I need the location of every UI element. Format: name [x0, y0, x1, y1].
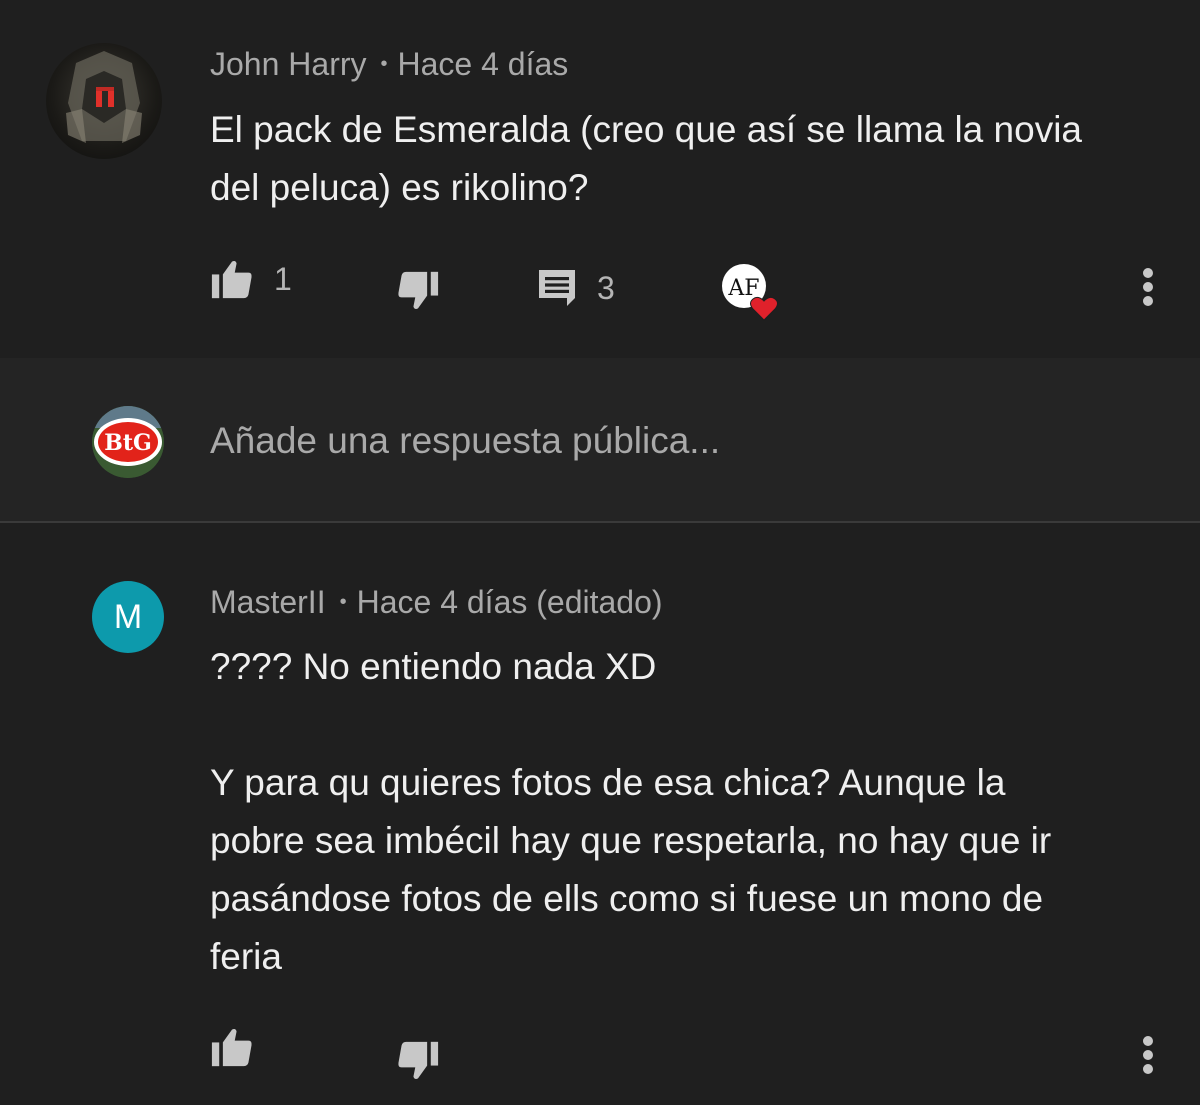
avatar-letter: M	[113, 597, 143, 636]
comment-text-line: ???? No entiendo nada XD	[210, 646, 657, 687]
comment-time[interactable]: Hace 4 días	[398, 46, 569, 82]
reply-count: 3	[597, 269, 615, 306]
comment-text-line: pasándose fotos de ells como si fuese un…	[210, 878, 1044, 919]
replies-button[interactable]: 3	[537, 268, 615, 308]
dislike-button[interactable]	[396, 1040, 440, 1082]
creator-initials: AF	[727, 276, 759, 301]
creator-heart[interactable]: AF	[720, 262, 782, 324]
thumbs-up-icon	[211, 1029, 252, 1067]
comment-text-line: feria	[210, 936, 282, 977]
comment-text-line: del peluca) es rikolino?	[210, 167, 589, 208]
like-count: 1	[274, 260, 292, 297]
heart-icon: AF	[722, 264, 778, 321]
comment-text-line: El pack de Esmeralda (creo que así se ll…	[210, 109, 1082, 150]
comment-meta: John Harry • Hace 4 días	[210, 46, 568, 83]
comment-text: ???? No entiendo nada XD Y para qu quier…	[210, 638, 1170, 986]
separator-dot: •	[380, 53, 388, 75]
reply-input[interactable]: Añade una respuesta pública...	[210, 420, 720, 462]
thumbs-down-icon	[398, 271, 439, 309]
comment-time[interactable]: Hace 4 días (editado)	[357, 584, 663, 620]
comment-text-line: Y para qu quieres fotos de esa chica? Au…	[210, 762, 1006, 803]
dislike-button[interactable]	[396, 270, 440, 312]
avatar-masterii[interactable]: M	[92, 581, 164, 653]
thumbs-up-icon	[211, 261, 252, 299]
more-vert-icon[interactable]	[1143, 268, 1155, 310]
avatar-john-harry[interactable]	[46, 43, 162, 159]
avatar-current-user[interactable]: BtG	[92, 406, 164, 478]
separator-dot: •	[339, 591, 347, 613]
comment-text: El pack de Esmeralda (creo que así se ll…	[210, 101, 1170, 217]
btg-logo: BtG	[92, 406, 164, 478]
comment-author[interactable]: MasterII	[210, 584, 326, 620]
comment-author[interactable]: John Harry	[210, 46, 367, 82]
comment-icon	[539, 270, 575, 306]
comment-meta: MasterII • Hace 4 días (editado)	[210, 584, 663, 621]
btg-logo-text: BtG	[104, 430, 152, 456]
like-button[interactable]	[210, 1026, 254, 1068]
comment-text-line: pobre sea imbécil hay que respetarla, no…	[210, 820, 1052, 861]
more-vert-icon[interactable]	[1143, 1036, 1155, 1078]
like-button[interactable]: 1	[210, 258, 292, 300]
thumbs-down-icon	[398, 1041, 439, 1079]
avatar-image	[66, 51, 142, 143]
